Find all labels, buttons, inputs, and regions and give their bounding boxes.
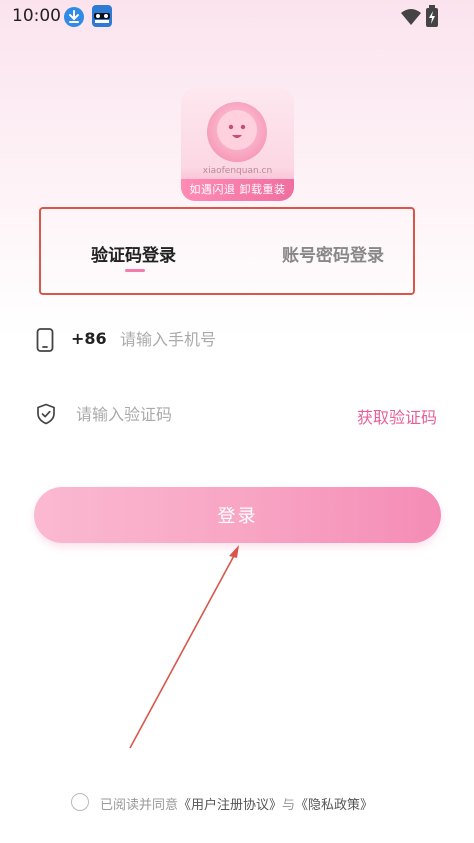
agreement-joiner: 与	[282, 798, 296, 813]
privacy-policy-link[interactable]: 《隐私政策》	[295, 798, 373, 813]
agreement-checkbox[interactable]	[71, 793, 89, 811]
user-agreement-link[interactable]: 《用户注册协议》	[178, 798, 282, 813]
agreement-text: 已阅读并同意《用户注册协议》与《隐私政策》	[100, 794, 373, 813]
annotation-arrow	[129, 545, 239, 749]
agreement-prefix: 已阅读并同意	[100, 798, 179, 813]
